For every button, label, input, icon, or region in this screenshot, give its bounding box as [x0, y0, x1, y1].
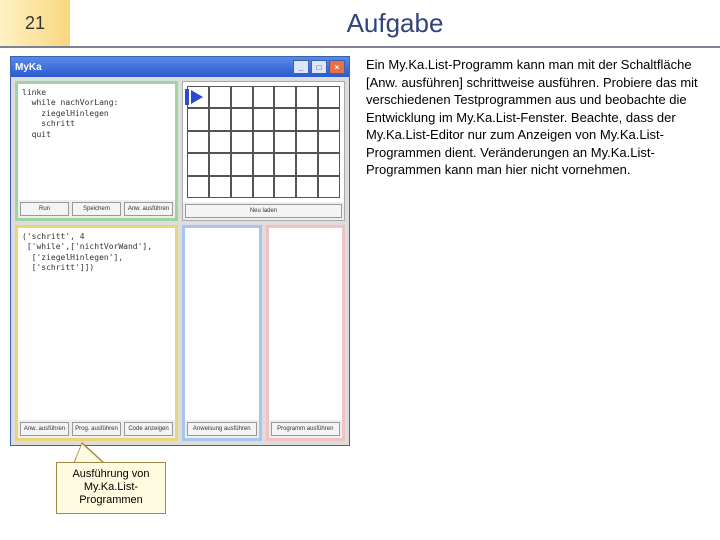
page-number: 21: [0, 0, 70, 46]
callout-tail: [74, 444, 104, 464]
robot-arrow-icon: [191, 90, 203, 104]
pink-pane: Programm ausführen: [266, 225, 346, 441]
output-panes: Anweisung ausführen Programm ausführen: [182, 225, 345, 441]
minimize-button[interactable]: _: [293, 60, 309, 74]
world-pane: Neu laden: [182, 81, 345, 221]
window-titlebar: MyKa _ □ ×: [11, 57, 349, 77]
maximize-button[interactable]: □: [311, 60, 327, 74]
run-button[interactable]: Run: [20, 202, 69, 216]
callout-box: Ausführung von My.Ka.List- Programmen: [56, 462, 166, 514]
close-button[interactable]: ×: [329, 60, 345, 74]
world-grid: [183, 82, 344, 202]
anw-ausfuehren-button[interactable]: Anw. ausführen: [20, 422, 69, 436]
code-text: linke while nachVorLang: ziegelHinlegen …: [18, 84, 175, 200]
blue-pane: Anweisung ausführen: [182, 225, 262, 441]
slide-title: Aufgabe: [70, 0, 720, 46]
exec-instruction-button[interactable]: Anw. ausführen: [124, 202, 173, 216]
slide-header: 21 Aufgabe: [0, 0, 720, 48]
list-pane: ('schritt', 4 ['while',['nichtVorWand'],…: [15, 225, 178, 441]
window-title: MyKa: [15, 62, 293, 73]
anweisung-ausfuehren-button[interactable]: Anweisung ausführen: [187, 422, 257, 436]
robot-marker-bar: [185, 89, 189, 105]
code-anzeigen-button[interactable]: Code anzeigen: [124, 422, 173, 436]
app-window: MyKa _ □ × linke while nachVorLang: zieg…: [10, 56, 350, 446]
list-text: ('schritt', 4 ['while',['nichtVorWand'],…: [18, 228, 175, 420]
reload-button[interactable]: Neu laden: [185, 204, 342, 218]
save-button[interactable]: Speichern: [72, 202, 121, 216]
code-pane: linke while nachVorLang: ziegelHinlegen …: [15, 81, 178, 221]
task-description: Ein My.Ka.List-Programm kann man mit der…: [360, 56, 710, 446]
slide-body: MyKa _ □ × linke while nachVorLang: zieg…: [0, 48, 720, 454]
programm-ausfuehren-button[interactable]: Programm ausführen: [271, 422, 341, 436]
prog-ausfuehren-button[interactable]: Prog. ausführen: [72, 422, 121, 436]
